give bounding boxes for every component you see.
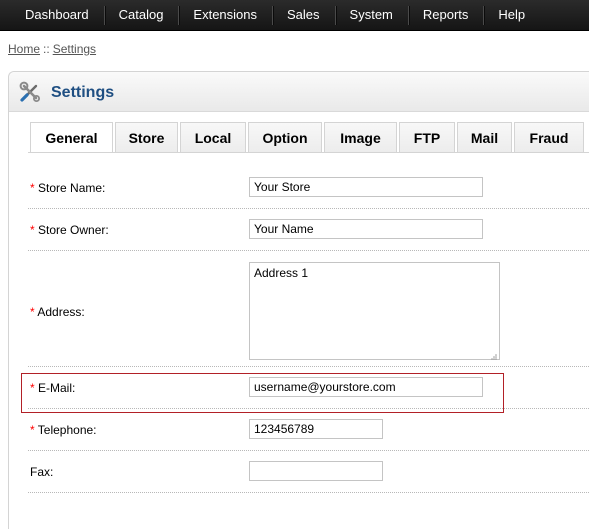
store-name-input[interactable]: Your Store <box>249 177 483 197</box>
nav-item-reports[interactable]: Reports <box>407 0 484 31</box>
form-row-store-owner: * Store Owner: Your Name <box>28 209 589 251</box>
store-owner-label: * Store Owner: <box>30 223 109 237</box>
address-label: * Address: <box>30 305 85 319</box>
store-owner-input[interactable]: Your Name <box>249 219 483 239</box>
nav-item-help[interactable]: Help <box>483 0 540 31</box>
tab-mail[interactable]: Mail <box>457 122 512 153</box>
nav-item-dashboard[interactable]: Dashboard <box>0 0 104 31</box>
required-marker: * <box>30 305 35 319</box>
required-marker: * <box>30 423 35 437</box>
breadcrumb-separator: :: <box>43 42 50 56</box>
form-row-address: * Address: Address 1 <box>28 251 589 367</box>
breadcrumb: Home:: Settings <box>8 42 96 56</box>
nav-item-extensions[interactable]: Extensions <box>178 0 272 31</box>
telephone-label: * Telephone: <box>30 423 97 437</box>
page-title: Settings <box>51 84 115 101</box>
tools-icon <box>19 81 41 103</box>
form-row-store-name: * Store Name: Your Store <box>28 153 589 209</box>
required-marker: * <box>30 223 35 237</box>
settings-tabs: General Store Local Option Image FTP Mai… <box>30 122 586 153</box>
tab-store[interactable]: Store <box>115 122 178 153</box>
address-textarea[interactable]: Address 1 <box>249 262 500 360</box>
tab-ftp[interactable]: FTP <box>399 122 455 153</box>
box-heading: Settings <box>9 72 589 112</box>
settings-box: Settings General Store Local Option Imag… <box>8 71 589 529</box>
tab-option[interactable]: Option <box>248 122 322 153</box>
telephone-input[interactable]: 123456789 <box>249 419 383 439</box>
tab-fraud[interactable]: Fraud <box>514 122 584 153</box>
tab-local[interactable]: Local <box>180 122 246 153</box>
top-navigation: Dashboard Catalog Extensions Sales Syste… <box>0 0 589 31</box>
form-row-telephone: * Telephone: 123456789 <box>28 409 589 451</box>
breadcrumb-settings-link[interactable]: Settings <box>53 42 96 56</box>
email-highlight-box <box>21 373 504 413</box>
address-text: Address 1 <box>254 266 309 280</box>
required-marker: * <box>30 181 35 195</box>
tab-general[interactable]: General <box>30 122 113 153</box>
breadcrumb-home-link[interactable]: Home <box>8 42 40 56</box>
store-name-label: * Store Name: <box>30 181 106 195</box>
resize-grip-icon[interactable] <box>489 349 497 360</box>
tab-image[interactable]: Image <box>324 122 397 153</box>
nav-item-system[interactable]: System <box>334 0 408 31</box>
nav-item-sales[interactable]: Sales <box>272 0 335 31</box>
fax-input[interactable] <box>249 461 383 481</box>
form-row-fax: Fax: <box>28 451 589 493</box>
nav-item-catalog[interactable]: Catalog <box>103 0 179 31</box>
fax-label: Fax: <box>30 465 54 479</box>
